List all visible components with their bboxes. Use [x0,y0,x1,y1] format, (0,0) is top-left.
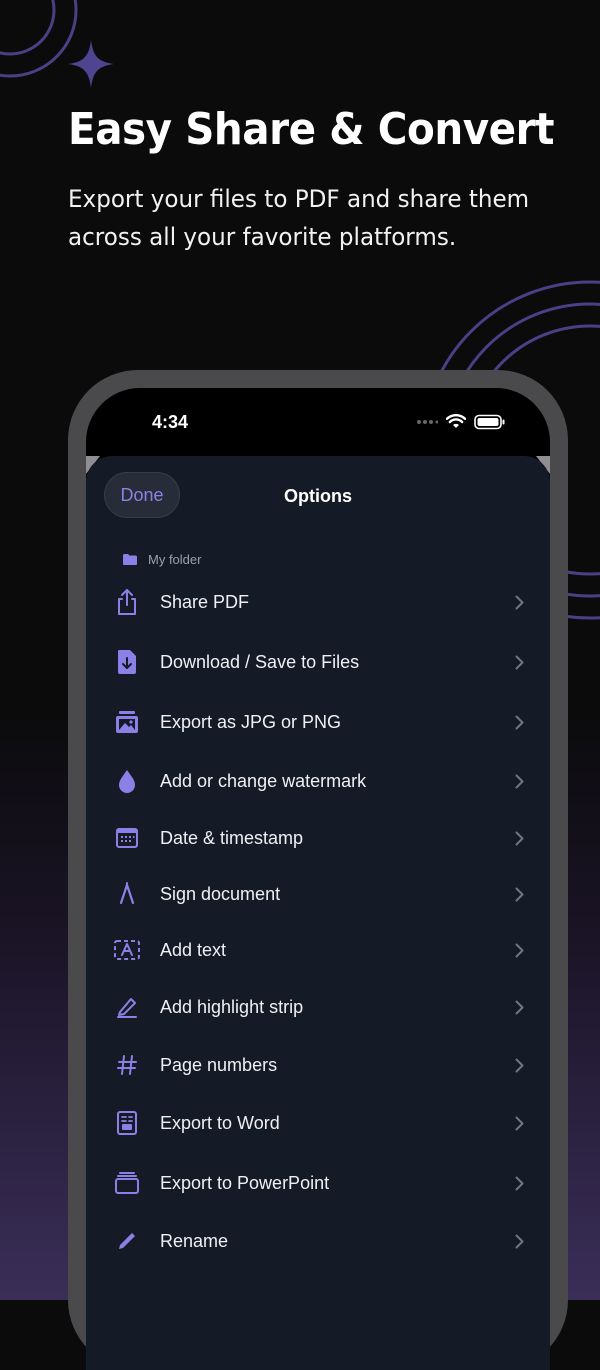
slides-icon [112,1168,142,1198]
drop-icon [112,766,142,796]
menu-item-label: Add or change watermark [160,770,367,791]
signal-dots-icon [417,420,438,424]
battery-icon [474,414,505,430]
chevron-right-icon [515,774,524,788]
menu-item-export-image[interactable]: Export as JPG or PNG [86,694,550,750]
share-icon [112,587,142,617]
menu-item-label: Add highlight strip [160,996,304,1017]
chevron-right-icon [515,595,524,609]
menu-item-add-text[interactable]: Add text [86,922,550,978]
hash-icon [112,1050,142,1080]
folder-icon [123,554,137,565]
chevron-right-icon [515,831,524,845]
highlighter-icon [112,992,142,1022]
page-title: Easy Share & Convert [68,104,555,155]
menu-item-export-powerpoint[interactable]: Export to PowerPoint [86,1155,550,1211]
word-doc-icon [112,1108,142,1138]
chevron-right-icon [515,887,524,901]
options-sheet: Done Options My folder Share PDF Downloa… [86,456,550,1370]
sparkle-icon [68,40,114,88]
menu-item-label: Sign document [160,883,281,904]
calendar-icon [112,823,142,853]
status-time: 4:34 [152,412,189,432]
menu-item-label: Export to PowerPoint [160,1172,330,1193]
menu-item-label: Share PDF [160,591,250,612]
menu-item-page-numbers[interactable]: Page numbers [86,1037,550,1093]
menu-item-label: Date & timestamp [160,827,304,848]
menu-item-label: Page numbers [160,1054,278,1075]
menu-item-export-word[interactable]: Export to Word [86,1095,550,1151]
image-icon [112,707,142,737]
download-file-icon [112,647,142,677]
menu-item-download[interactable]: Download / Save to Files [86,634,550,690]
menu-item-date-timestamp[interactable]: Date & timestamp [86,810,550,866]
signature-icon [112,879,142,909]
menu-item-label: Download / Save to Files [160,651,360,672]
menu-item-highlight-strip[interactable]: Add highlight strip [86,979,550,1035]
sheet-title: Options [284,486,352,506]
chevron-right-icon [515,1234,524,1248]
menu-item-rename[interactable]: Rename [86,1213,550,1269]
pencil-icon [112,1226,142,1256]
status-icons [416,414,506,430]
phone-frame: 4:34 Done Options My folder Share PDF Do… [68,370,568,1370]
chevron-right-icon [515,655,524,669]
page-subtitle: Export your files to PDF and share them … [68,185,530,251]
phone-screen: 4:34 Done Options My folder Share PDF Do… [86,388,550,1370]
chevron-right-icon [515,943,524,957]
menu-item-watermark[interactable]: Add or change watermark [86,753,550,809]
menu-item-share-pdf[interactable]: Share PDF [86,574,550,630]
folder-label: My folder [148,552,202,567]
chevron-right-icon [515,1000,524,1014]
chevron-right-icon [515,1116,524,1130]
chevron-right-icon [515,1176,524,1190]
menu-item-label: Rename [160,1230,229,1251]
chevron-right-icon [515,715,524,729]
menu-item-label: Export as JPG or PNG [160,711,342,732]
menu-item-label: Add text [160,939,227,960]
menu-item-label: Export to Word [160,1112,280,1133]
folder-breadcrumb[interactable]: My folder [122,552,201,567]
text-box-icon [112,935,142,965]
wifi-icon [446,414,466,428]
chevron-right-icon [515,1058,524,1072]
menu-item-sign-document[interactable]: Sign document [86,866,550,922]
